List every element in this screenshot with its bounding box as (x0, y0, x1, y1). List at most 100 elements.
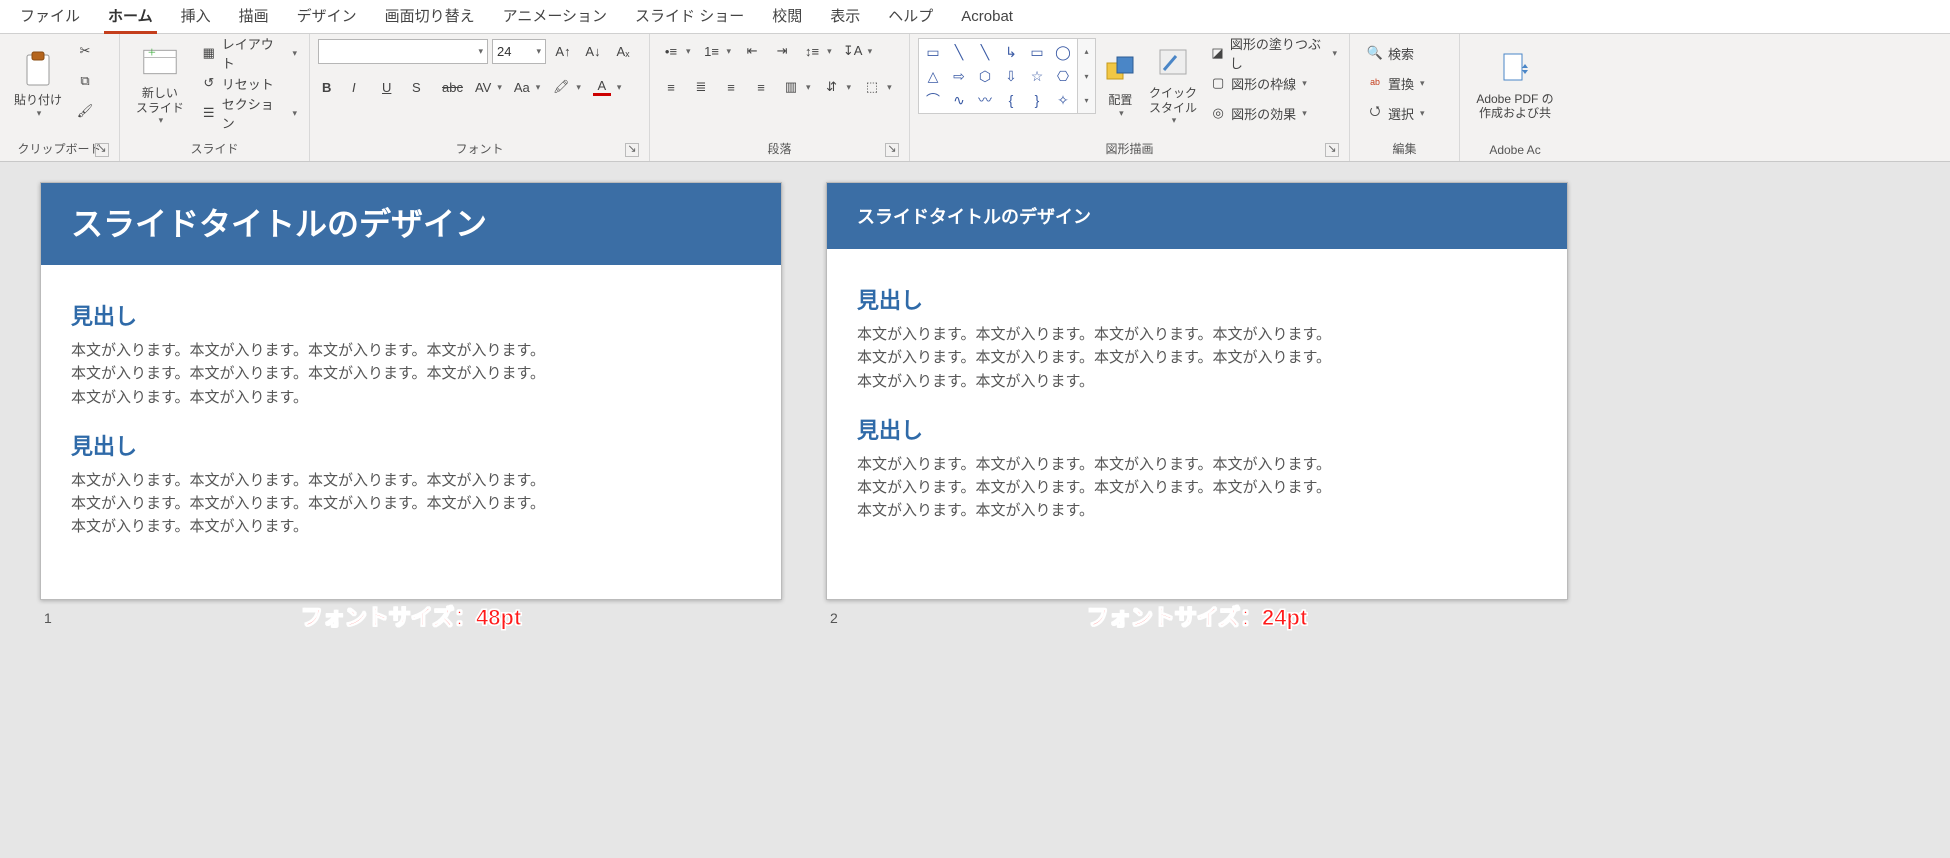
new-slide-button[interactable]: ＋ 新しい スライド ▾ (128, 38, 192, 130)
pdf-icon (1497, 48, 1533, 88)
char-spacing-button[interactable]: AV▾ (471, 74, 506, 100)
shape-brace-r[interactable]: } (1025, 89, 1049, 111)
shape-textbox[interactable]: ▭ (921, 41, 945, 63)
slide-1[interactable]: スライドタイトルのデザイン 見出し 本文が入ります。本文が入ります。本文が入りま… (40, 182, 782, 600)
reset-button[interactable]: ↺ リセット (196, 70, 301, 96)
tab-review[interactable]: 校閲 (758, 0, 816, 34)
tab-draw[interactable]: 描画 (225, 0, 283, 34)
tab-acrobat[interactable]: Acrobat (947, 0, 1027, 34)
slide-1-body: 見出し 本文が入ります。本文が入ります。本文が入ります。本文が入ります。 本文が… (41, 265, 781, 569)
slide-2[interactable]: スライドタイトルのデザイン 見出し 本文が入ります。本文が入ります。本文が入りま… (826, 182, 1568, 600)
slide-1-heading-2: 見出し (71, 429, 751, 461)
shape-brace-l[interactable]: { (999, 89, 1023, 111)
tab-animations[interactable]: アニメーション (489, 0, 621, 34)
quick-styles-button[interactable]: クイック スタイル ▾ (1145, 38, 1201, 130)
clear-format-button[interactable]: Aₓ (610, 38, 636, 64)
columns-button[interactable]: ▥▾ (778, 74, 815, 100)
shape-arc[interactable]: ⌒ (921, 89, 945, 111)
paste-label: 貼り付け (14, 93, 62, 107)
gallery-down[interactable]: ▾ (1078, 64, 1095, 89)
shape-rect[interactable]: ▭ (1025, 41, 1049, 63)
justify-button[interactable]: ≡ (748, 74, 774, 100)
clipboard-dialog-launcher[interactable]: ↘ (95, 143, 109, 157)
shape-outline-button[interactable]: ▢ 図形の枠線 ▾ (1205, 70, 1341, 96)
align-center-button[interactable]: ≣ (688, 74, 714, 100)
font-name-combo[interactable]: ▾ (318, 39, 488, 64)
shape-fill-button[interactable]: ◪ 図形の塗りつぶし ▾ (1205, 40, 1341, 66)
bullets-icon: •≡ (662, 42, 680, 60)
align-right-icon: ≡ (722, 78, 740, 96)
shape-line[interactable]: ╲ (947, 41, 971, 63)
shape-free[interactable]: 〰 (973, 89, 997, 111)
shape-triangle[interactable]: △ (921, 65, 945, 87)
shape-hex[interactable]: ⬡ (973, 65, 997, 87)
chevron-down-icon: ▾ (887, 82, 892, 93)
shape-oval[interactable]: ◯ (1051, 41, 1075, 63)
underline-button[interactable]: U (378, 74, 404, 100)
decrease-font-button[interactable]: A↓ (580, 38, 606, 64)
ribbon: 貼り付け ▾ ✂ ⧉ 🖌 クリップボード ↘ ＋ 新しい スライド ▾ (0, 34, 1950, 162)
change-case-button[interactable]: Aa▾ (510, 74, 544, 100)
shape-gallery[interactable]: ▭ ╲ ╲ ↳ ▭ ◯ △ ⇨ ⬡ ⇩ ☆ ⎔ ⌒ ∿ 〰 { } (918, 38, 1078, 114)
chevron-down-icon: ▾ (37, 108, 42, 119)
quick-styles-icon (1155, 42, 1191, 82)
increase-font-button[interactable]: A↑ (550, 38, 576, 64)
shape-more[interactable]: ✧ (1051, 89, 1075, 111)
italic-label: I (352, 80, 356, 95)
tab-view[interactable]: 表示 (816, 0, 874, 34)
copy-button[interactable]: ⧉ (72, 68, 98, 94)
text-direction-button[interactable]: ↧A▾ (840, 38, 877, 64)
arrange-button[interactable]: 配置 ▾ (1096, 38, 1145, 130)
numbering-button[interactable]: 1≡▾ (699, 38, 736, 64)
bold-button[interactable]: B (318, 74, 344, 100)
gallery-up[interactable]: ▴ (1078, 39, 1095, 64)
font-dialog-launcher[interactable]: ↘ (625, 143, 639, 157)
paste-button[interactable]: 貼り付け ▾ (8, 38, 68, 130)
create-pdf-button[interactable]: Adobe PDF の 作成および共 (1468, 38, 1562, 130)
case-label: Aa (514, 80, 530, 95)
tab-transitions[interactable]: 画面切り替え (371, 0, 489, 34)
tab-design[interactable]: デザイン (283, 0, 371, 34)
shape-effects-button[interactable]: ◎ 図形の効果 ▾ (1205, 100, 1341, 126)
layout-button[interactable]: ▦ レイアウト ▾ (196, 40, 301, 66)
shape-connector[interactable]: ↳ (999, 41, 1023, 63)
shape-curve[interactable]: ∿ (947, 89, 971, 111)
font-size-value: 24 (497, 44, 511, 59)
font-increase-icon: A↑ (554, 42, 572, 60)
line-spacing-button[interactable]: ↕≡▾ (799, 38, 836, 64)
paragraph-dialog-launcher[interactable]: ↘ (885, 143, 899, 157)
replace-button[interactable]: ᵃᵇ 置換 ▾ (1362, 70, 1429, 96)
slide-1-heading-1: 見出し (71, 299, 751, 331)
tab-insert[interactable]: 挿入 (167, 0, 225, 34)
shape-line2[interactable]: ╲ (973, 41, 997, 63)
shape-arrow-down[interactable]: ⇩ (999, 65, 1023, 87)
align-left-button[interactable]: ≡ (658, 74, 684, 100)
drawing-dialog-launcher[interactable]: ↘ (1325, 143, 1339, 157)
tab-home[interactable]: ホーム (94, 0, 167, 34)
outdent-button[interactable]: ⇤ (739, 38, 765, 64)
font-size-combo[interactable]: 24 ▾ (492, 39, 546, 64)
align-right-button[interactable]: ≡ (718, 74, 744, 100)
shape-arrow[interactable]: ⇨ (947, 65, 971, 87)
select-button[interactable]: ⭯ 選択 ▾ (1362, 100, 1429, 126)
align-text-button[interactable]: ⇵▾ (819, 74, 856, 100)
tab-slideshow[interactable]: スライド ショー (621, 0, 758, 34)
indent-button[interactable]: ⇥ (769, 38, 795, 64)
highlight-button[interactable]: 🖍▾ (548, 74, 585, 100)
cut-button[interactable]: ✂ (72, 38, 98, 64)
shape-gallery-scroll[interactable]: ▴ ▾ ▾ (1078, 38, 1096, 114)
find-button[interactable]: 🔍 検索 (1362, 40, 1429, 66)
tab-file[interactable]: ファイル (6, 0, 94, 34)
format-painter-button[interactable]: 🖌 (72, 98, 98, 124)
tab-help[interactable]: ヘルプ (874, 0, 947, 34)
font-color-button[interactable]: A▾ (589, 74, 626, 100)
italic-button[interactable]: I (348, 74, 374, 100)
shape-callout[interactable]: ⎔ (1051, 65, 1075, 87)
section-button[interactable]: ☰ セクション ▾ (196, 100, 301, 126)
shadow-button[interactable]: S (408, 74, 434, 100)
smartart-button[interactable]: ⬚▾ (859, 74, 896, 100)
shape-star[interactable]: ☆ (1025, 65, 1049, 87)
bullets-button[interactable]: •≡▾ (658, 38, 695, 64)
gallery-more[interactable]: ▾ (1078, 88, 1095, 113)
strike-button[interactable]: abc (438, 74, 467, 100)
